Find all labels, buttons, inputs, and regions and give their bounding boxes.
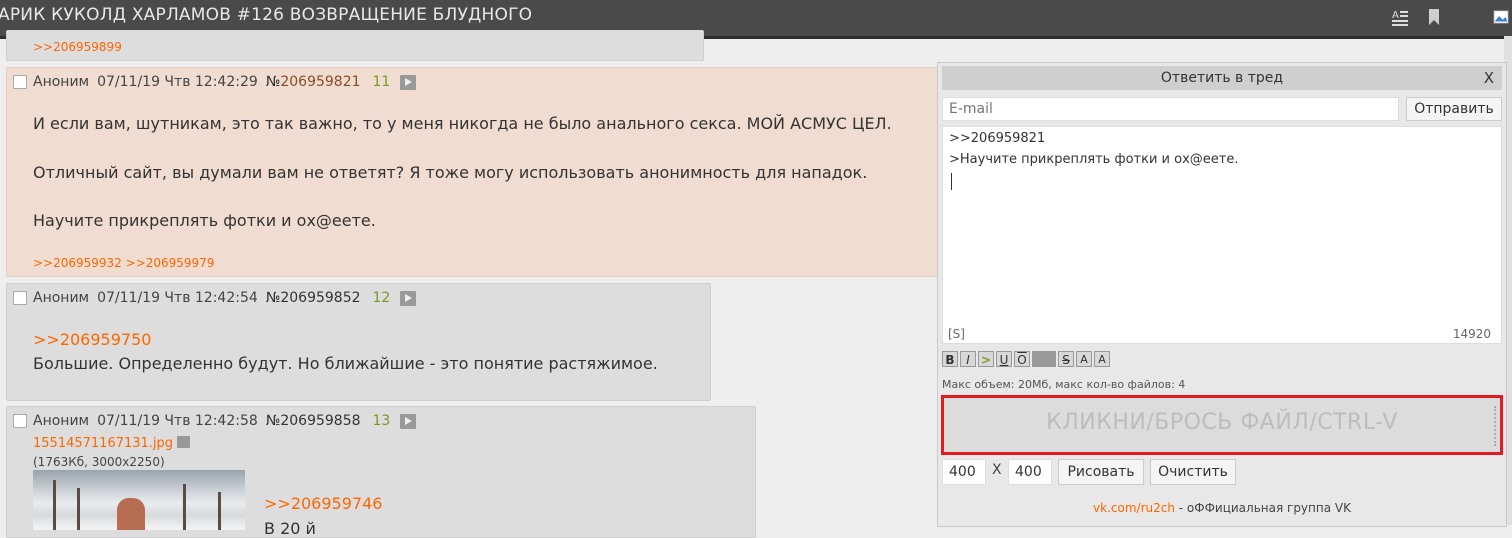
reply-form-title: Ответить в тред xyxy=(1160,70,1284,86)
post-index: 11 xyxy=(372,74,391,90)
draw-button[interactable]: Рисовать xyxy=(1058,459,1144,485)
post-206959821: Аноним 07/11/19 Чтв 12:42:29 №206959821 … xyxy=(6,67,948,277)
post-text: Большие. Определенно будут. Но ближайшие… xyxy=(33,354,658,373)
close-button[interactable]: X xyxy=(1484,66,1494,90)
file-dropzone[interactable]: КЛИКНИ/БРОСЬ ФАЙЛ/CTRL-V xyxy=(941,395,1503,455)
post-author: Аноним xyxy=(33,413,90,429)
expand-arrow-icon[interactable] xyxy=(400,413,417,429)
file-info: 15514571167131.jpg xyxy=(33,436,191,451)
form-footer: vk.com/ru2ch - оФФициальная группа VK xyxy=(938,501,1506,515)
vk-group-link[interactable]: vk.com/ru2ch xyxy=(1093,501,1175,515)
clear-button[interactable]: Очистить xyxy=(1150,459,1236,485)
send-button[interactable]: Отправить xyxy=(1406,97,1502,121)
footer-text: - оФФициальная группа VK xyxy=(1174,501,1351,515)
underline-button[interactable]: U xyxy=(996,351,1012,367)
post-select-checkbox[interactable] xyxy=(13,75,27,89)
post-datetime: 07/11/19 Чтв 12:42:58 xyxy=(97,413,258,429)
text-caret xyxy=(951,173,952,190)
bookmark-icon[interactable] xyxy=(1424,7,1444,27)
post-number[interactable]: №206959852 xyxy=(266,290,361,306)
dropzone-label: КЛИКНИ/БРОСЬ ФАЙЛ/CTRL-V xyxy=(1046,410,1398,435)
reply-form: Ответить в тред X Отправить >>206959821 … xyxy=(937,62,1507,527)
dimension-separator: X xyxy=(992,462,1002,478)
post-206959858: Аноним 07/11/19 Чтв 12:42:58 №206959858 … xyxy=(6,406,756,538)
message-textarea[interactable]: >>206959821 >Научите прикреплять фотки и… xyxy=(942,126,1502,344)
canvas-width-input[interactable]: 400 xyxy=(942,459,986,485)
svg-text:A: A xyxy=(1392,10,1399,21)
post-number[interactable]: №206959821 xyxy=(266,74,361,90)
reply-link[interactable]: >>206959750 xyxy=(33,330,151,349)
post-replies[interactable]: >>206959932 >>206959979 xyxy=(33,256,214,270)
post-header: Аноним 07/11/19 Чтв 12:42:54 №206959852 … xyxy=(13,290,417,306)
email-field[interactable] xyxy=(942,97,1399,121)
canvas-height-input[interactable]: 400 xyxy=(1008,459,1052,485)
reply-link[interactable]: >>206959746 xyxy=(264,494,382,513)
post-image-thumbnail[interactable] xyxy=(33,470,245,530)
file-name-link[interactable]: 15514571167131.jpg xyxy=(33,436,173,451)
search-image-icon[interactable] xyxy=(177,436,191,448)
subscript-button[interactable]: A xyxy=(1094,351,1110,367)
post-text: В 20 й xyxy=(264,519,316,538)
post-text-line: Научите прикреплять фотки и ох@еете. xyxy=(33,211,376,230)
post-206959852: Аноним 07/11/19 Чтв 12:42:54 №206959852 … xyxy=(6,283,711,401)
post-number[interactable]: №206959858 xyxy=(266,413,361,429)
post-index: 12 xyxy=(372,290,391,306)
quote-button[interactable]: > xyxy=(978,351,994,367)
superscript-button[interactable]: A xyxy=(1076,351,1092,367)
post-select-checkbox[interactable] xyxy=(13,414,27,428)
post-index: 13 xyxy=(372,413,391,429)
expand-arrow-icon[interactable] xyxy=(400,74,417,90)
post-author: Аноним xyxy=(33,290,90,306)
image-icon[interactable] xyxy=(1492,7,1510,27)
reply-link[interactable]: >>206959899 xyxy=(33,40,122,54)
post-author: Аноним xyxy=(33,74,90,90)
spoiler-button[interactable] xyxy=(1032,351,1056,367)
spoiler-tag-button[interactable]: [S] xyxy=(948,327,965,341)
char-counter: 14920 xyxy=(1452,327,1491,341)
upload-limits: Макс объем: 20Мб, макс кол-во файлов: 4 xyxy=(942,378,1186,391)
italic-button[interactable]: I xyxy=(960,351,976,367)
strike-button[interactable]: S xyxy=(1058,351,1074,367)
overline-button[interactable]: O xyxy=(1014,351,1030,367)
post-datetime: 07/11/19 Чтв 12:42:29 xyxy=(97,74,258,90)
markup-toolbar: B I > U O S A A xyxy=(942,351,1112,369)
post-fragment: >>206959899 xyxy=(6,30,704,61)
resize-handle[interactable] xyxy=(1492,406,1496,446)
post-header: Аноним 07/11/19 Чтв 12:42:29 №206959821 … xyxy=(13,74,417,90)
text-format-icon[interactable]: A xyxy=(1390,7,1410,27)
expand-arrow-icon[interactable] xyxy=(400,290,417,306)
post-datetime: 07/11/19 Чтв 12:42:54 xyxy=(97,290,258,306)
file-meta: (1763Кб, 3000x2250) xyxy=(33,455,165,469)
post-text-line: И если вам, шутникам, это так важно, то … xyxy=(33,114,892,133)
post-text-line: Отличный сайт, вы думали вам не ответят?… xyxy=(33,163,868,182)
post-header: Аноним 07/11/19 Чтв 12:42:58 №206959858 … xyxy=(13,413,417,429)
reply-form-header[interactable]: Ответить в тред X xyxy=(942,66,1502,90)
thread-title: АРИК КУКОЛД ХАРЛАМОВ #126 ВОЗВРАЩЕНИЕ БЛ… xyxy=(0,5,533,25)
message-line: >Научите прикреплять фотки и ох@еете. xyxy=(949,152,1239,167)
post-select-checkbox[interactable] xyxy=(13,291,27,305)
message-line: >>206959821 xyxy=(949,131,1046,146)
bold-button[interactable]: B xyxy=(942,351,958,367)
